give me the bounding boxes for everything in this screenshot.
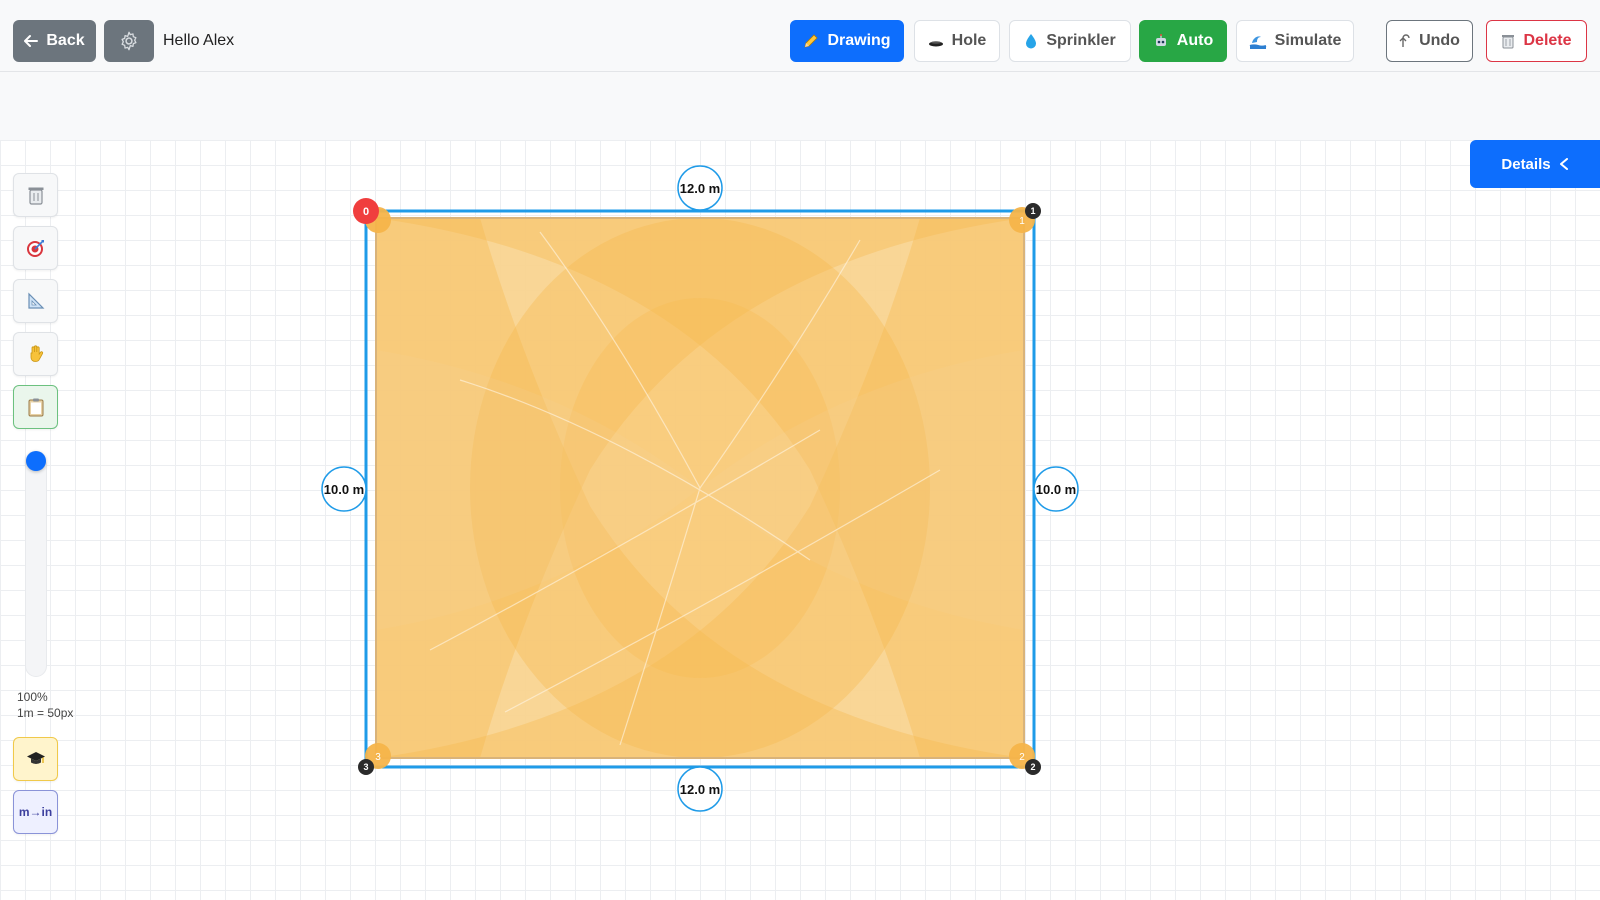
set-square-icon <box>27 292 44 309</box>
lawn-drawing[interactable]: 1 2 3 0 1 2 3 12.0 m 12.0 m 10.0 m 10.0 … <box>0 0 1600 900</box>
zoom-slider-handle[interactable] <box>26 451 46 471</box>
vertex-1[interactable]: 1 <box>1025 203 1041 219</box>
edge-label-bottom[interactable]: 12.0 m <box>677 766 723 812</box>
spray-coverage <box>376 218 1024 758</box>
vertex-label: 3 <box>363 762 368 772</box>
vertex-label: 0 <box>363 206 369 218</box>
sprinkler-label: 3 <box>375 752 381 763</box>
target-tool[interactable] <box>13 226 58 270</box>
edge-label-right[interactable]: 10.0 m <box>1033 466 1079 512</box>
details-panel-toggle[interactable]: Details <box>1470 140 1600 188</box>
top-length: 12.0 m <box>680 181 720 196</box>
clipboard-icon <box>28 398 43 417</box>
details-label: Details <box>1501 155 1551 173</box>
bottom-length: 12.0 m <box>680 782 720 797</box>
vertex-label: 1 <box>1030 206 1035 216</box>
edge-label-top[interactable]: 12.0 m <box>677 165 723 211</box>
hand-icon <box>30 345 43 362</box>
vertex-0[interactable]: 0 <box>353 198 379 224</box>
tutorial-button[interactable] <box>13 737 58 781</box>
trash-icon <box>28 187 43 205</box>
ruler-tool[interactable] <box>13 279 58 323</box>
vertex-label: 2 <box>1030 762 1035 772</box>
sprinkler-label: 1 <box>1019 216 1025 227</box>
sprinkler-label: 2 <box>1019 752 1025 763</box>
vertex-2[interactable]: 2 <box>1025 759 1041 775</box>
zoom-level: 100% <box>17 690 48 704</box>
left-length: 10.0 m <box>324 482 364 497</box>
unit-toggle-button[interactable]: m→in <box>13 790 58 834</box>
vertex-3[interactable]: 3 <box>358 759 374 775</box>
trash-tool[interactable] <box>13 173 58 217</box>
scale-indicator: 1m = 50px <box>17 706 74 720</box>
chevron-left-icon <box>1559 158 1568 170</box>
right-length: 10.0 m <box>1036 482 1076 497</box>
pan-tool[interactable] <box>13 332 58 376</box>
notes-tool[interactable] <box>13 385 58 429</box>
zoom-slider[interactable] <box>25 455 47 677</box>
target-icon <box>26 240 44 257</box>
edge-label-left[interactable]: 10.0 m <box>321 466 367 512</box>
graduation-cap-icon <box>26 752 45 764</box>
unit-toggle-label: m→in <box>18 805 53 819</box>
